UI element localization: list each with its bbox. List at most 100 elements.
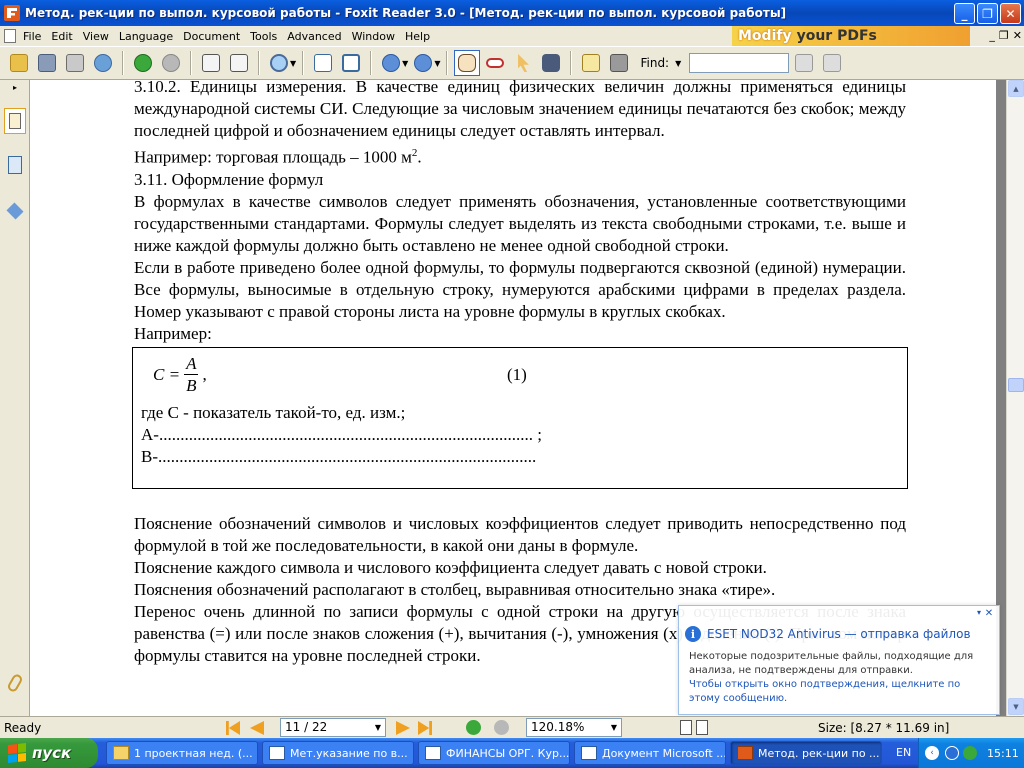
fit-width-icon (342, 54, 361, 72)
toolbar-separator (370, 51, 373, 75)
next-page-button[interactable] (396, 721, 410, 735)
scroll-down-button[interactable]: ▼ (1008, 698, 1024, 715)
menu-view[interactable]: View (78, 30, 114, 43)
menu-advanced[interactable]: Advanced (282, 30, 346, 43)
toolbar-separator (122, 51, 124, 75)
close-button[interactable]: ✕ (1000, 3, 1021, 24)
balloon-body: Некоторые подозрительные файлы, подходящ… (689, 650, 989, 706)
scroll-up-button[interactable]: ▲ (1008, 80, 1024, 97)
paragraph: Пояснения обозначений располагают в стол… (134, 579, 776, 599)
menu-document[interactable]: Document (178, 30, 245, 43)
folder-icon (113, 746, 129, 760)
clock[interactable]: 15:11 (987, 747, 1019, 760)
find-input[interactable] (689, 53, 790, 73)
options-arrow-icon[interactable]: ▾ (977, 608, 981, 617)
menu-tools[interactable]: Tools (245, 30, 282, 43)
first-page-button[interactable] (226, 721, 240, 735)
print-button[interactable] (62, 50, 88, 76)
back-view-button[interactable] (466, 720, 481, 735)
copy-pages-icon (202, 54, 220, 72)
single-page-layout-button[interactable] (680, 720, 692, 735)
chevron-down-icon[interactable]: ▼ (611, 719, 617, 736)
find-next-button[interactable] (819, 50, 845, 76)
minus-circle-icon (382, 54, 401, 72)
bookmarks-tab[interactable] (4, 108, 26, 134)
formula: C = A B , (153, 354, 207, 397)
modify-pdfs-banner[interactable]: Modify your PDFs (732, 26, 970, 46)
attachments-tab[interactable] (4, 670, 26, 696)
scroll-thumb[interactable] (1008, 378, 1024, 392)
zoom-level-field[interactable]: 120.18% ▼ (526, 718, 622, 737)
menu-edit[interactable]: Edit (46, 30, 77, 43)
network-tray-icon[interactable] (963, 746, 977, 760)
promo-modify-text: Modify (738, 28, 792, 44)
zoom-plus-button[interactable] (410, 50, 436, 76)
pointer-button[interactable] (510, 50, 536, 76)
forward-view-button[interactable] (494, 720, 509, 735)
fit-width-button[interactable] (338, 50, 364, 76)
doc-close-button[interactable]: ✕ (1013, 29, 1022, 42)
paste-button[interactable] (226, 50, 252, 76)
hand-tool-button[interactable] (454, 50, 481, 76)
paragraph: Например: (134, 323, 212, 343)
back-button[interactable] (130, 50, 156, 76)
last-page-button[interactable] (418, 721, 432, 735)
task-label: Мет.указание по в... (290, 746, 408, 760)
menu-file[interactable]: File (18, 30, 46, 43)
layers-tab[interactable] (4, 198, 26, 224)
taskbar-item-foxit[interactable]: Метод. рек-ции по ... (730, 741, 882, 765)
language-indicator[interactable]: EN (896, 746, 911, 759)
page-number-field[interactable]: 11 / 22 ▼ (280, 718, 386, 737)
snapshot-button[interactable] (606, 50, 632, 76)
zoom-out-button[interactable] (378, 50, 404, 76)
select-text-button[interactable] (482, 50, 508, 76)
doc-minimize-button[interactable]: _ (989, 29, 995, 42)
taskbar-item-word-2[interactable]: ФИНАНСЫ ОРГ. Кур... (418, 741, 570, 765)
taskbar-item-folder[interactable]: 1 проектная нед. (... (106, 741, 258, 765)
task-label: ФИНАНСЫ ОРГ. Кур... (446, 746, 570, 760)
menu-language[interactable]: Language (114, 30, 178, 43)
vertical-scrollbar[interactable]: ▲ ▼ (1006, 80, 1024, 716)
word-document-icon (269, 746, 285, 760)
open-button[interactable] (6, 50, 32, 76)
eset-tray-icon[interactable] (945, 746, 959, 760)
eset-notification-balloon[interactable]: ▾ ✕ i ESET NOD32 Antivirus — отправка фа… (678, 605, 1000, 715)
pages-tab[interactable] (4, 152, 26, 178)
chevron-down-icon[interactable]: ▼ (375, 719, 381, 736)
pages-icon (8, 156, 22, 174)
doc-restore-button[interactable]: ❐ (999, 29, 1009, 42)
start-button[interactable]: пуск (0, 738, 98, 768)
minimize-button[interactable]: _ (954, 3, 975, 24)
collapse-arrow[interactable]: ▸ (4, 80, 26, 94)
previous-page-button[interactable] (250, 721, 264, 735)
copy-button[interactable] (198, 50, 224, 76)
zoom-in-tool[interactable] (266, 50, 292, 76)
balloon-link[interactable]: Чтобы открыть окно подтверждения, щелкни… (689, 678, 989, 706)
find-label: Find: (640, 56, 670, 70)
save-button[interactable] (34, 50, 60, 76)
menu-window[interactable]: Window (347, 30, 400, 43)
title-bar[interactable]: Метод. рек-ции по выпол. курсовой работы… (0, 0, 1024, 26)
menu-help[interactable]: Help (400, 30, 435, 43)
find-previous-button[interactable] (791, 50, 817, 76)
find-binoculars-button[interactable] (538, 50, 564, 76)
binoculars-icon (542, 54, 561, 72)
promo-rest-text: your PDFs (796, 28, 877, 44)
document-menu-icon[interactable] (4, 29, 16, 43)
chevron-down-icon[interactable]: ▼ (675, 59, 681, 68)
document-window-controls: _ ❐ ✕ (989, 29, 1022, 42)
taskbar-item-word-3[interactable]: Документ Microsoft ... (574, 741, 726, 765)
taskbar-item-word-1[interactable]: Мет.указание по в... (262, 741, 414, 765)
forward-button[interactable] (158, 50, 184, 76)
system-tray: ‹ 15:11 (918, 738, 1024, 768)
fit-page-button[interactable] (310, 50, 336, 76)
tray-arrow-icon[interactable]: ‹ (925, 746, 939, 760)
foxit-app-icon[interactable] (4, 5, 20, 21)
email-button[interactable] (90, 50, 116, 76)
maximize-button[interactable]: ❐ (977, 3, 998, 24)
typewriter-button[interactable] (578, 50, 604, 76)
balloon-close-button[interactable]: ✕ (983, 608, 995, 620)
continuous-layout-button[interactable] (696, 720, 708, 735)
zoom-level-value: 120.18% (531, 720, 585, 734)
info-icon: i (685, 626, 701, 642)
